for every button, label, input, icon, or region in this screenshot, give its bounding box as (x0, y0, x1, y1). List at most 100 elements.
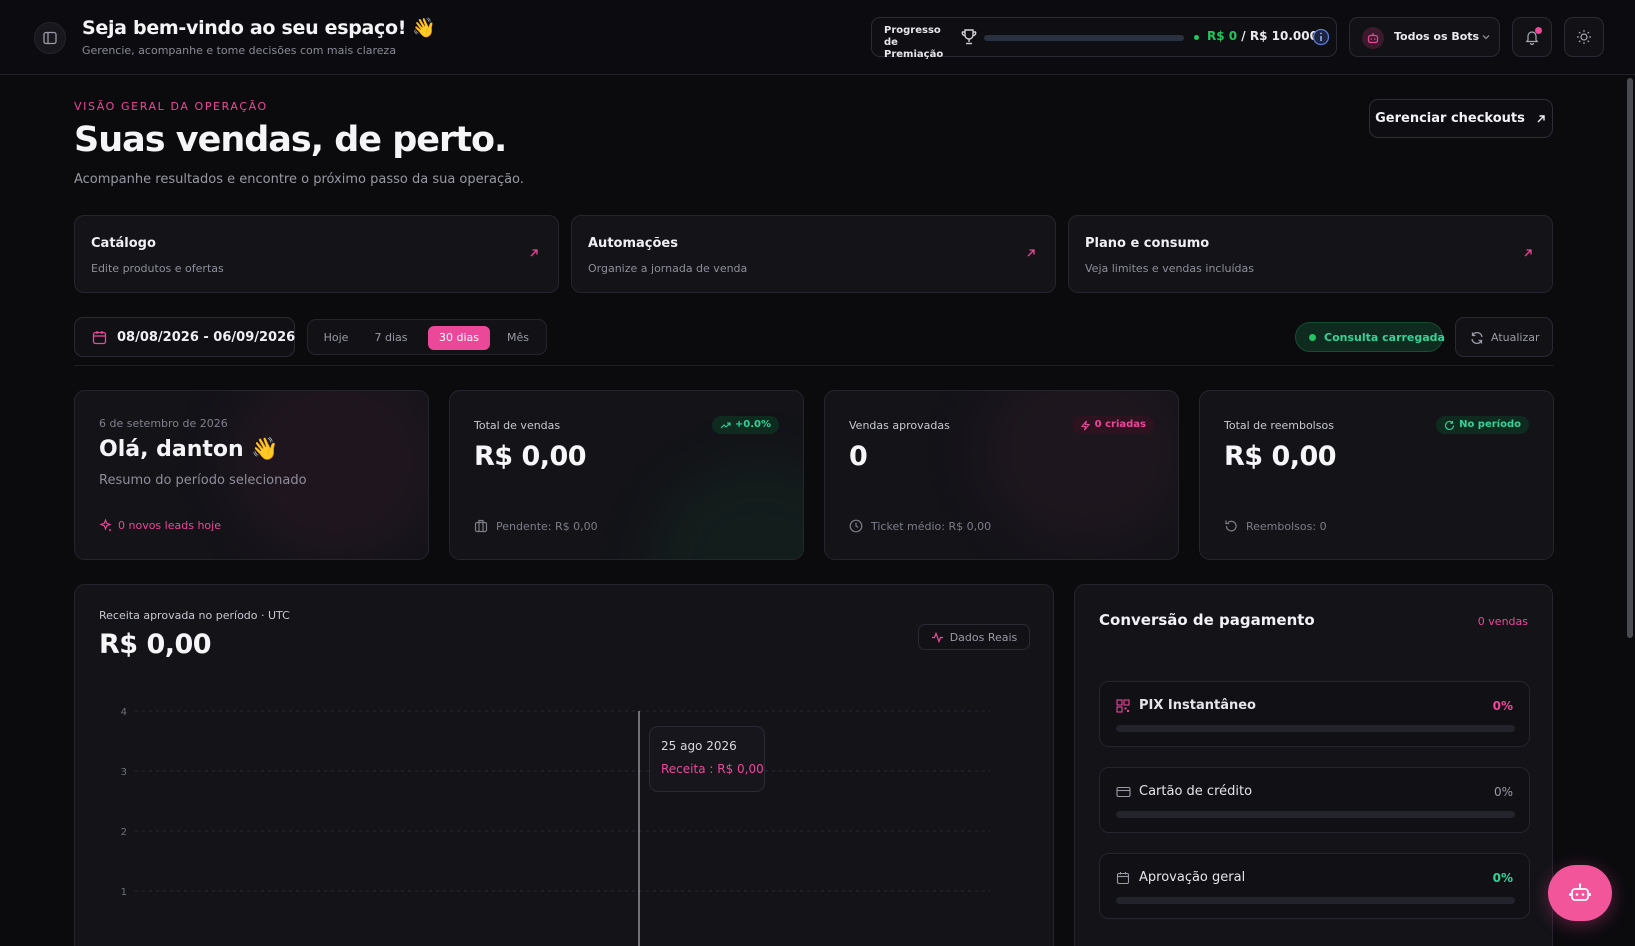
calendar-icon (92, 331, 107, 345)
method-overall-approval[interactable]: Aprovação geral 0% (1099, 853, 1530, 919)
page-title: Suas vendas, de perto. (74, 120, 507, 160)
quick-link-subtitle: Edite produtos e ofertas (91, 262, 224, 275)
badge-text: 0 criadas (1094, 419, 1146, 430)
y-tick-label: 3 (121, 767, 127, 778)
credit-card-icon (1116, 786, 1131, 798)
calendar-icon (1116, 872, 1130, 885)
theme-toggle-button[interactable] (1564, 17, 1604, 57)
stat-value: R$ 0,00 (1224, 441, 1337, 472)
tooltip-date: 25 ago 2026 (661, 739, 737, 753)
top-bar: Seja bem-vindo ao seu espaço! 👋 Gerencie… (0, 0, 1635, 75)
arrow-up-right-icon (530, 249, 538, 257)
new-leads-link[interactable]: 0 novos leads hoje (99, 519, 221, 532)
quick-link-title: Plano e consumo (1085, 236, 1210, 251)
award-progress-value: R$ 0 / R$ 10.000 (1207, 29, 1318, 43)
quick-link-subtitle: Organize a jornada de venda (588, 262, 748, 275)
greeting-hello: Olá, danton 👋 (99, 437, 279, 462)
chevron-down-icon (1482, 35, 1490, 40)
query-status-badge: Consulta carregada (1295, 322, 1445, 352)
range-today[interactable]: Hoje (316, 326, 356, 350)
quick-link-automations[interactable]: Automações Organize a jornada de venda (571, 215, 1056, 293)
method-percent: 0% (1493, 785, 1513, 799)
range-month[interactable]: Mês (498, 326, 538, 350)
award-progress-track (984, 35, 1184, 41)
quick-link-plan[interactable]: Plano e consumo Veja limites e vendas in… (1068, 215, 1553, 293)
greeting-card: 6 de setembro de 2026 Olá, danton 👋 Resu… (74, 390, 429, 560)
sidebar-icon (43, 31, 57, 45)
progress-total: / R$ 10.000 (1237, 29, 1318, 43)
award-progress-label: Progresso de Premiação (884, 25, 944, 60)
new-leads-label: 0 novos leads hoje (118, 519, 221, 532)
manage-checkouts-button[interactable]: Gerenciar checkouts (1369, 99, 1553, 138)
quick-link-title: Automações (588, 236, 678, 251)
range-30-days[interactable]: 30 dias (428, 326, 490, 350)
method-track (1116, 725, 1515, 732)
bots-select[interactable]: Todos os Bots (1349, 17, 1500, 57)
card-glow (650, 461, 803, 559)
method-track (1116, 897, 1515, 904)
range-7-days[interactable]: 7 dias (364, 326, 418, 350)
chat-bot-button[interactable] (1548, 865, 1612, 921)
undo-icon (1225, 520, 1237, 532)
notification-dot (1535, 27, 1542, 34)
created-badge: 0 criadas (1071, 416, 1154, 434)
badge-text: No período (1459, 419, 1521, 430)
rotate-icon (1445, 420, 1455, 430)
page-scrollbar[interactable] (1627, 78, 1633, 638)
arrow-up-right-icon (1027, 249, 1035, 257)
stat-value: R$ 0,00 (474, 441, 587, 472)
stat-footer-text: Ticket médio: R$ 0,00 (871, 519, 992, 533)
progress-current: R$ 0 (1207, 29, 1238, 43)
refresh-button[interactable]: Atualizar (1455, 317, 1553, 357)
trophy-icon (961, 29, 977, 45)
arrow-up-right-icon (1524, 249, 1532, 257)
qr-code-icon (1116, 699, 1130, 713)
welcome-title: Seja bem-vindo ao seu espaço! 👋 (82, 17, 436, 39)
y-tick-label: 4 (121, 707, 127, 718)
query-status-label: Consulta carregada (1324, 331, 1445, 344)
notifications-button[interactable] (1512, 17, 1552, 57)
chart-tooltip: 25 ago 2026 Receita : R$ 0,00 (649, 726, 765, 792)
quick-link-title: Catálogo (91, 236, 156, 251)
tooltip-value: Receita : R$ 0,00 (661, 762, 764, 776)
quick-link-subtitle: Veja limites e vendas incluídas (1085, 262, 1255, 275)
revenue-chart-plot[interactable]: 4 3 2 1 (75, 585, 1054, 946)
stat-label: Total de reembolsos (1224, 419, 1334, 432)
badge-text: +0.0% (734, 419, 771, 430)
stat-footer-text: Reembolsos: 0 (1246, 519, 1327, 533)
status-dot (1309, 334, 1316, 341)
date-range-value: 08/08/2026 - 06/09/2026 (117, 330, 296, 345)
method-percent: 0% (1492, 871, 1513, 885)
date-range-picker[interactable]: 08/08/2026 - 06/09/2026 (74, 317, 295, 357)
quick-link-catalog[interactable]: Catálogo Edite produtos e ofertas (74, 215, 559, 293)
method-pix[interactable]: PIX Instantâneo 0% (1099, 681, 1530, 747)
stat-label: Vendas aprovadas (849, 419, 950, 432)
stat-footer: Ticket médio: R$ 0,00 (849, 519, 991, 533)
y-tick-label: 1 (121, 887, 127, 898)
section-divider (74, 365, 1553, 366)
range-selector: Hoje 7 dias 30 dias Mês (307, 319, 547, 355)
progress-status-dot (1194, 35, 1199, 40)
arrow-up-right-icon (1537, 114, 1545, 122)
page-subtitle: Acompanhe resultados e encontre o próxim… (74, 172, 524, 187)
bots-select-label: Todos os Bots (1394, 30, 1480, 43)
greeting-summary: Resumo do período selecionado (99, 473, 307, 488)
greeting-date: 6 de setembro de 2026 (99, 417, 228, 430)
clock-icon (849, 519, 863, 533)
payment-conversion-card: Conversão de pagamento 0 vendas PIX Inst… (1074, 584, 1553, 946)
conversion-count: 0 vendas (1477, 615, 1528, 628)
welcome-subtitle: Gerencie, acompanhe e tome decisões com … (82, 44, 397, 57)
bot-icon (1569, 883, 1591, 901)
method-credit-card[interactable]: Cartão de crédito 0% (1099, 767, 1530, 833)
award-progress[interactable]: Progresso de Premiação R$ 0 / R$ 10.000 (871, 17, 1337, 60)
method-percent: 0% (1492, 699, 1513, 713)
method-track (1116, 811, 1515, 818)
trend-up-icon (720, 421, 731, 428)
card-glow (975, 391, 1178, 551)
stat-footer: Reembolsos: 0 (1224, 519, 1327, 533)
refunds-card: Total de reembolsos No período R$ 0,00 R… (1199, 390, 1554, 560)
stat-label: Total de vendas (474, 419, 561, 432)
stat-footer: Pendente: R$ 0,00 (474, 519, 598, 533)
info-icon[interactable] (1312, 28, 1330, 46)
sidebar-toggle-button[interactable] (34, 22, 66, 54)
